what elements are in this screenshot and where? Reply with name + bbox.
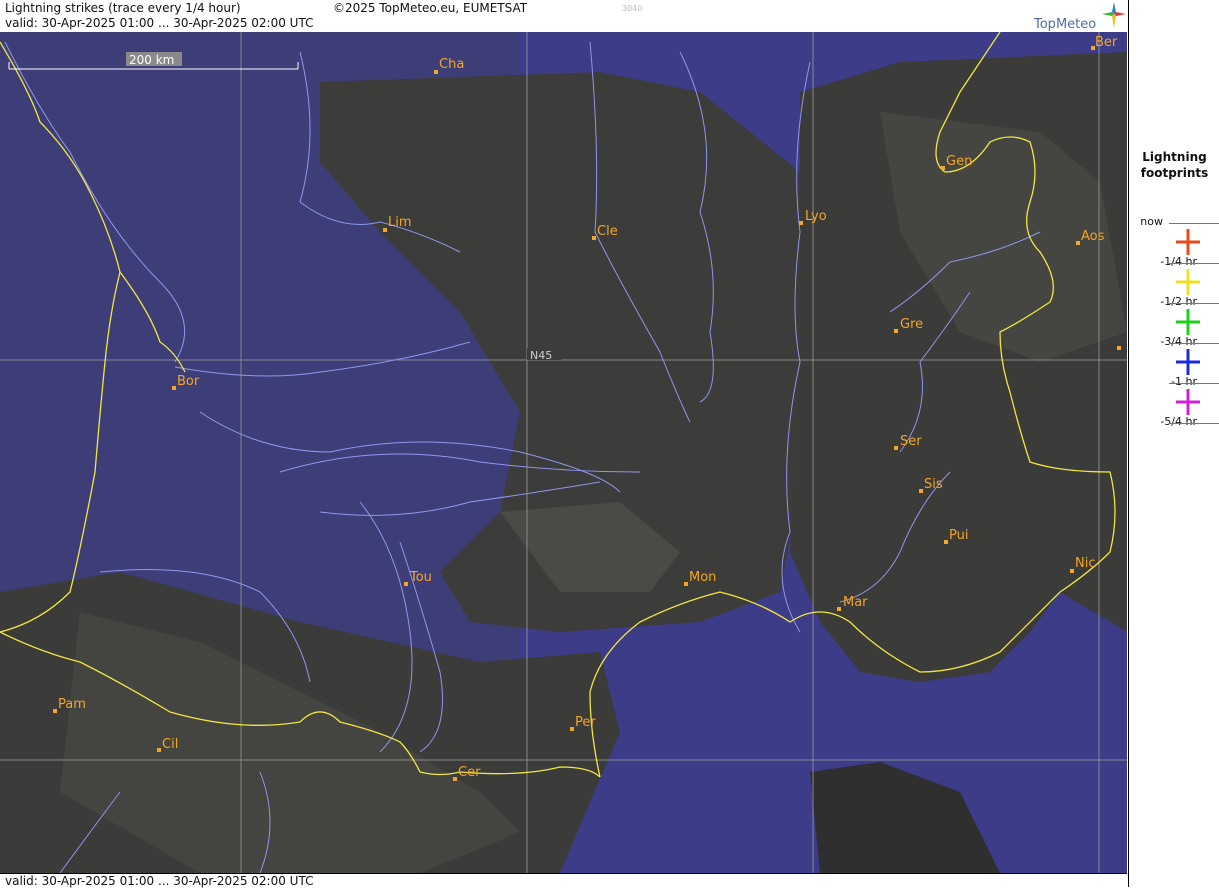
- legend-separator: [1169, 263, 1219, 264]
- footer: valid: 30-Apr-2025 01:00 ... 30-Apr-2025…: [0, 873, 1127, 888]
- legend-label-quarter: -1/4 hr: [1160, 255, 1197, 268]
- copyright: ©2025 TopMeteo.eu, EUMETSAT: [333, 1, 528, 15]
- gridline-label: N45: [530, 349, 552, 362]
- city-label-mon[interactable]: Mon: [689, 570, 716, 585]
- city-label-pui[interactable]: Pui: [949, 528, 968, 543]
- legend-label-half: -1/2 hr: [1160, 295, 1197, 308]
- map-code: 3040: [622, 4, 643, 13]
- city-label-lyo[interactable]: Lyo: [805, 209, 827, 224]
- city-label-nic[interactable]: Nic: [1075, 556, 1095, 571]
- lightning-cross-icon-half: [1176, 309, 1200, 335]
- lightning-cross-icon-onehour: [1176, 389, 1200, 415]
- city-label-aos[interactable]: Aos: [1081, 229, 1105, 244]
- legend-label-threequarter: -3/4 hr: [1160, 335, 1197, 348]
- city-label-lim[interactable]: Lim: [388, 215, 412, 230]
- city-dot: [157, 748, 161, 752]
- map-title: Lightning strikes (trace every 1/4 hour): [5, 1, 241, 15]
- legend-label-now: now: [1140, 215, 1163, 228]
- legend-label-fivequarter: -5/4 hr: [1160, 415, 1197, 428]
- city-dot: [1117, 346, 1121, 350]
- legend-separator: [1169, 383, 1219, 384]
- city-dot: [1070, 569, 1074, 573]
- city-label-ser[interactable]: Ser: [900, 434, 922, 449]
- city-dot: [894, 446, 898, 450]
- city-label-gre[interactable]: Gre: [900, 317, 923, 332]
- city-label-tou[interactable]: Tou: [409, 570, 432, 585]
- city-dot: [919, 489, 923, 493]
- city-label-cle[interactable]: Cle: [597, 224, 618, 239]
- legend-title-line2: footprints: [1140, 166, 1209, 180]
- city-label-per[interactable]: Per: [575, 715, 596, 730]
- city-dot: [894, 329, 898, 333]
- city-label-pam[interactable]: Pam: [58, 697, 86, 712]
- city-dot: [799, 221, 803, 225]
- city-dot: [944, 540, 948, 544]
- legend-panel: Lightning footprints now -1/4 hr -1/2 hr…: [1128, 0, 1219, 887]
- city-dot: [592, 236, 596, 240]
- legend-label-onehour: -1 hr: [1171, 375, 1197, 388]
- valid-time: valid: 30-Apr-2025 01:00 ... 30-Apr-2025…: [5, 16, 314, 30]
- city-dot: [941, 166, 945, 170]
- brand-name[interactable]: TopMeteo: [1034, 17, 1096, 32]
- city-dot: [684, 582, 688, 586]
- city-label-cil[interactable]: Cil: [162, 737, 178, 752]
- legend-title-line1: Lightning: [1142, 150, 1207, 164]
- legend-separator: [1169, 303, 1219, 304]
- city-dot: [434, 70, 438, 74]
- lightning-cross-icon-quarter: [1176, 269, 1200, 295]
- city-label-mar[interactable]: Mar: [843, 595, 868, 610]
- legend-separator: [1169, 223, 1219, 224]
- header: Lightning strikes (trace every 1/4 hour)…: [0, 0, 1127, 32]
- city-dot: [1076, 241, 1080, 245]
- topmeteo-logo-icon[interactable]: [1100, 0, 1128, 30]
- city-label-cha[interactable]: Cha: [439, 57, 464, 72]
- city-label-cer[interactable]: Cer: [458, 765, 481, 780]
- lightning-cross-icon-threequarter: [1176, 349, 1200, 375]
- city-label-bor[interactable]: Bor: [177, 374, 200, 389]
- legend-separator: [1169, 343, 1219, 344]
- footer-valid-time: valid: 30-Apr-2025 01:00 ... 30-Apr-2025…: [5, 874, 314, 888]
- city-dot: [383, 228, 387, 232]
- city-dot: [53, 709, 57, 713]
- lightning-cross-icon-now: [1176, 229, 1200, 255]
- city-label-sis[interactable]: Sis: [924, 477, 943, 492]
- city-label-gen[interactable]: Gen: [946, 154, 972, 169]
- city-dot: [172, 386, 176, 390]
- city-dot: [570, 727, 574, 731]
- city-dot: [837, 607, 841, 611]
- legend-separator: [1169, 423, 1219, 424]
- map-canvas[interactable]: N45 200 km Ber Cha Gen Lim Cle Lyo Aos G…: [0, 32, 1127, 873]
- satellite-map[interactable]: N45 200 km Ber Cha Gen Lim Cle Lyo Aos G…: [0, 32, 1127, 873]
- city-dot: [404, 582, 408, 586]
- city-label-ber[interactable]: Ber: [1095, 35, 1118, 50]
- scale-label: 200 km: [129, 53, 174, 67]
- city-dot: [453, 777, 457, 781]
